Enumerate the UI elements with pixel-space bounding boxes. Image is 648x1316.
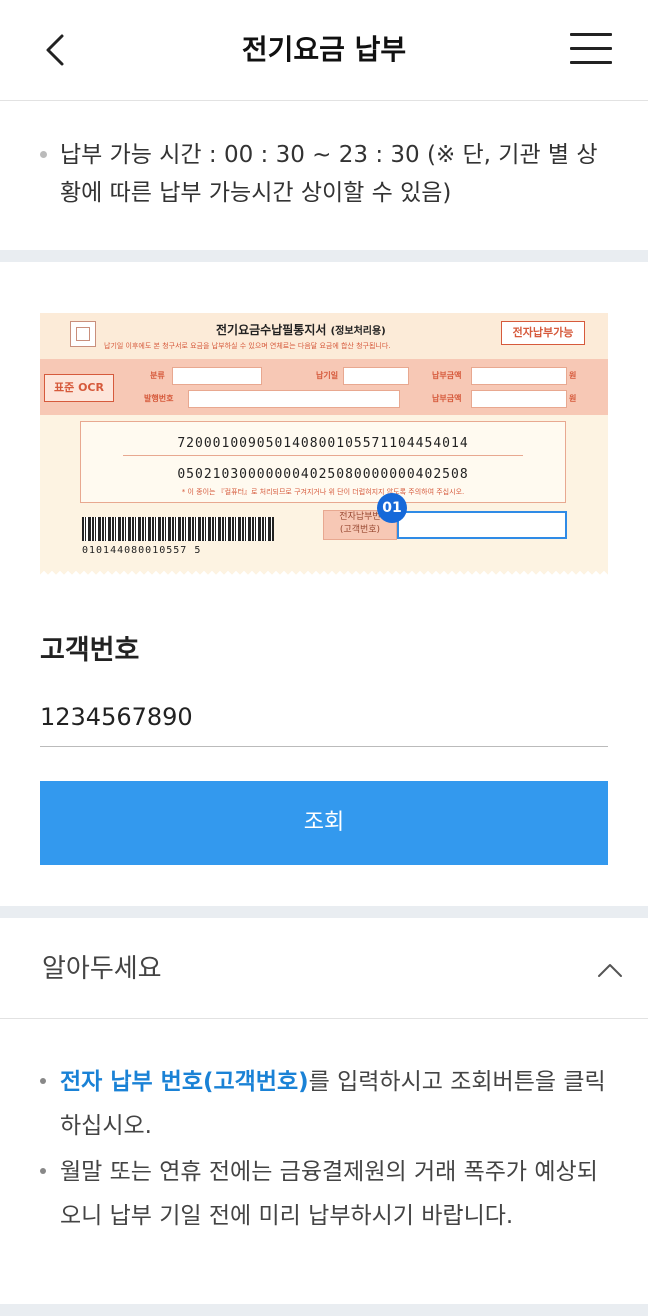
- hamburger-menu-icon[interactable]: [570, 33, 612, 67]
- section-divider: [0, 906, 648, 918]
- bill-notice-line: * 이 종이는 『컬퓨터』로 처리되므로 구겨지거나 위 단이 더럽혀지지 않도…: [181, 488, 465, 496]
- bill-torn-edge: [40, 569, 608, 577]
- info-text: 월말 또는 연휴 전에는 금융결제원의 거래 폭주가 예상되오니 납부 기일 전…: [60, 1159, 598, 1229]
- chevron-up-icon[interactable]: [596, 956, 624, 984]
- bill-number-line2: 050210300000004025080000000402508: [177, 467, 469, 482]
- barcode-image: [82, 517, 274, 541]
- field-due-box: [343, 367, 409, 385]
- bill-number-line1: 720001009050140800105571104454014: [177, 436, 469, 451]
- field-amount1-box: [471, 367, 567, 385]
- accordion-content: 전자 납부 번호(고객번호)를 입력하시고 조회버튼을 클릭하십시오. 월말 또…: [40, 1060, 612, 1240]
- field-category-label: 분류: [150, 371, 165, 380]
- accordion-header[interactable]: 알아두세요: [0, 918, 648, 1019]
- bottom-divider: [0, 1304, 648, 1316]
- info-item: 전자 납부 번호(고객번호)를 입력하시고 조회버튼을 클릭하십시오.: [40, 1060, 612, 1148]
- app-header: 전기요금 납부: [0, 0, 648, 101]
- ocr-label: 표준 OCR: [44, 374, 114, 402]
- bill-number-box: 720001009050140800105571104454014 050210…: [80, 421, 566, 503]
- epay-number-highlight-box: [397, 511, 567, 539]
- field-category-box: [172, 367, 262, 385]
- field-issue-box: [188, 390, 400, 408]
- notice-text: 납부 가능 시간 : 00 : 30 ~ 23 : 30 (※ 단, 기관 별 …: [40, 136, 612, 212]
- section-divider: [0, 250, 648, 262]
- field-issue-label: 발행번호: [144, 394, 174, 403]
- checkbox-icon: [70, 321, 96, 347]
- bill-sample-image: 전기요금수납필통지서 (정보처리용) 납기일 이후에도 본 청구서로 요금을 납…: [40, 313, 608, 577]
- won2-label: 원: [569, 394, 577, 403]
- lookup-button[interactable]: 조회: [40, 781, 608, 865]
- page-title: 전기요금 납부: [241, 33, 407, 66]
- field-amount1-label: 납부금액: [432, 371, 462, 380]
- barcode-number: 010144080010557 5: [82, 545, 202, 556]
- field-amount2-box: [471, 390, 567, 408]
- epay-available-badge: 전자납부가능: [501, 321, 585, 345]
- payment-time-notice: 납부 가능 시간 : 00 : 30 ~ 23 : 30 (※ 단, 기관 별 …: [40, 136, 612, 212]
- accordion-title: 알아두세요: [42, 954, 162, 984]
- epay-label-line2: (고객번호): [339, 525, 381, 535]
- marker-badge: 01: [377, 493, 407, 523]
- won1-label: 원: [569, 371, 577, 380]
- customer-number-label: 고객번호: [40, 635, 140, 666]
- bill-title: 전기요금수납필통지서: [216, 323, 327, 337]
- field-due-label: 납기일: [316, 371, 339, 380]
- field-amount2-label: 납부금액: [432, 394, 462, 403]
- bill-info-band: 표준 OCR 분류 납기일 납부금액 원 발행번호 납부금액 원: [40, 359, 608, 415]
- customer-number-input[interactable]: [40, 688, 608, 747]
- bill-title-sub: (정보처리용): [330, 326, 386, 337]
- info-item: 월말 또는 연휴 전에는 금융결제원의 거래 폭주가 예상되오니 납부 기일 전…: [40, 1150, 612, 1238]
- bill-header: 전기요금수납필통지서 (정보처리용) 납기일 이후에도 본 청구서로 요금을 납…: [40, 313, 608, 359]
- bill-subtitle: 납기일 이후에도 본 청구서로 요금을 납부하실 수 있으며 연체료는 다음달 …: [104, 342, 391, 350]
- info-highlight-link[interactable]: 전자 납부 번호(고객번호): [60, 1069, 309, 1095]
